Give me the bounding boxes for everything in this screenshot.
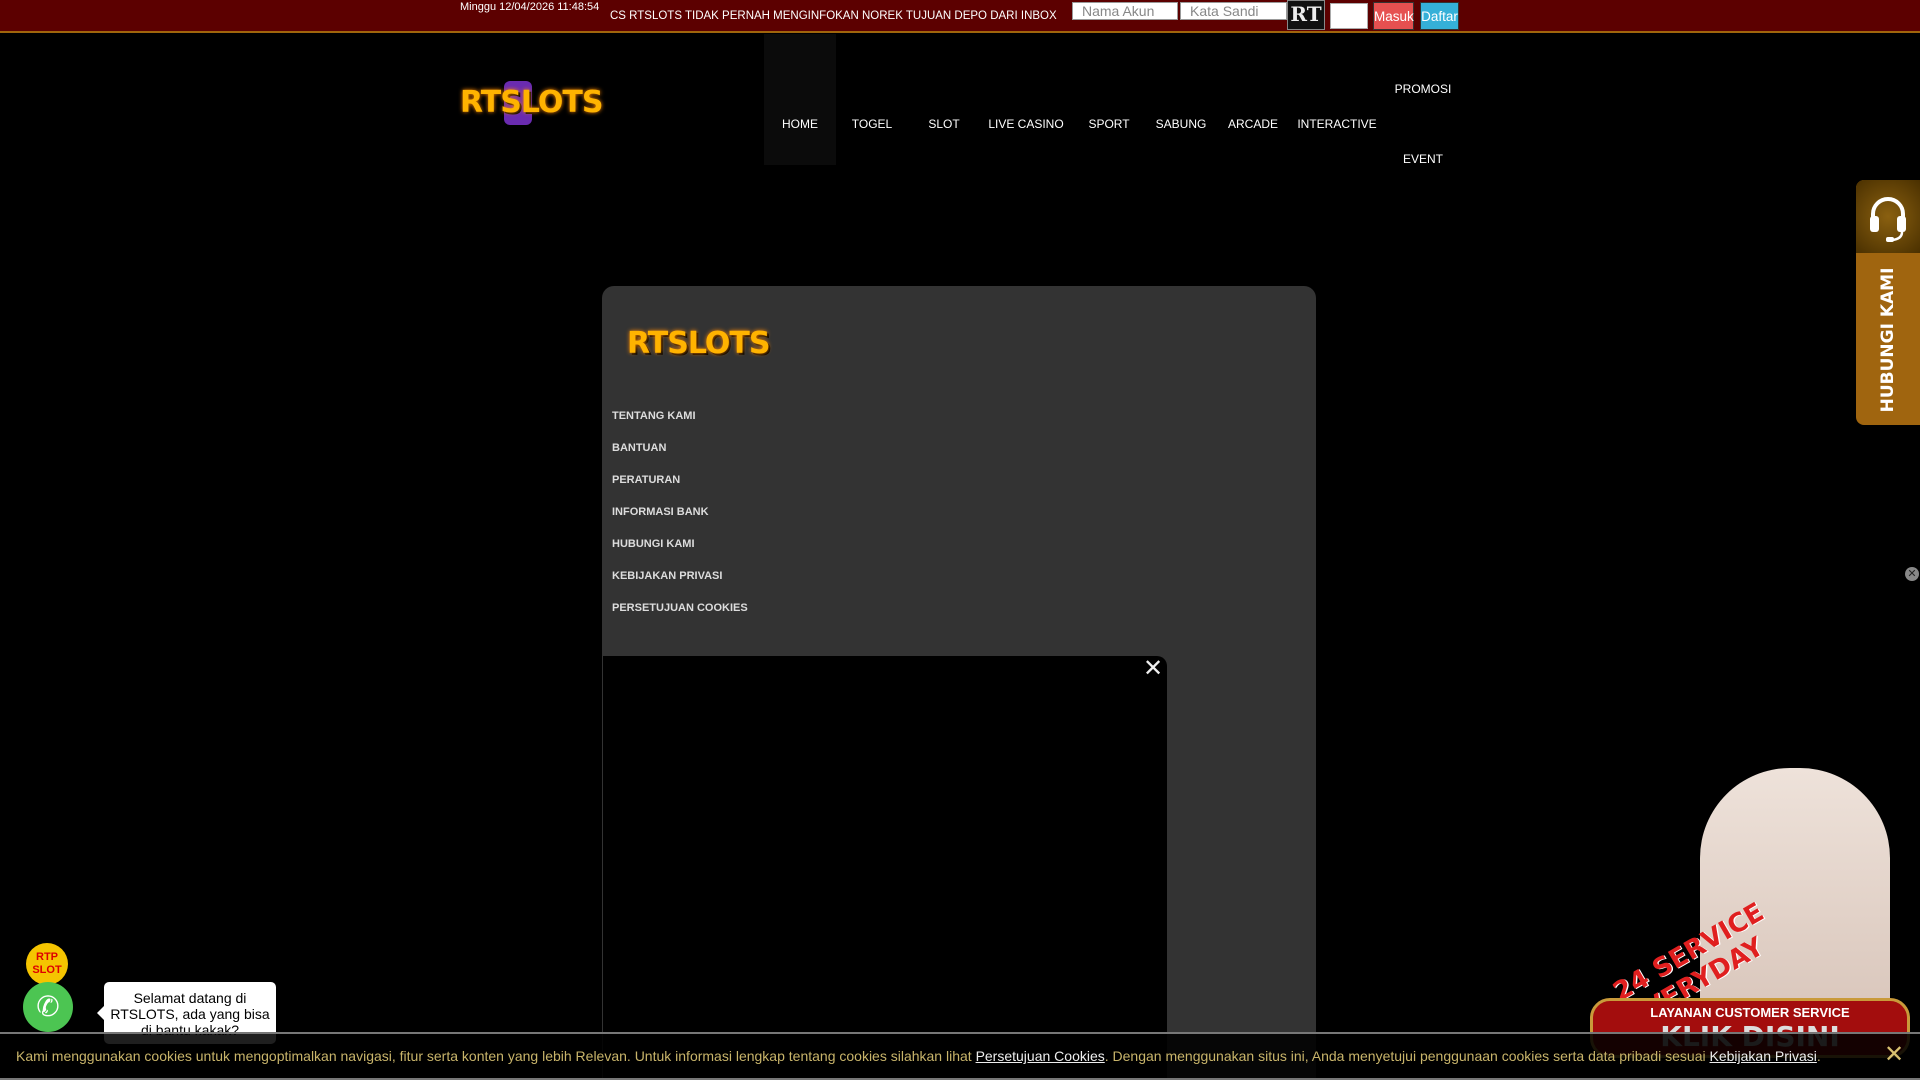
contact-label: HUBUNGI KAMI	[1878, 267, 1898, 413]
announcement-marquee: CS RTSLOTS TIDAK PERNAH MENGINFOKAN NORE…	[610, 10, 1058, 22]
cs-banner-title: LAYANAN CUSTOMER SERVICE	[1650, 1005, 1850, 1020]
contact-widget[interactable]: HUBUNGI KAMI	[1856, 180, 1920, 425]
rtp-slot-badge[interactable]: RTP SLOT	[26, 943, 68, 985]
cookie-text-part: Kami menggunakan cookies untuk mengoptim…	[16, 1048, 976, 1064]
nav-sport[interactable]: SPORT	[1088, 117, 1129, 131]
link-hubungi-kami[interactable]: HUBUNGI KAMI	[612, 538, 695, 550]
whatsapp-icon[interactable]: ✆	[23, 982, 73, 1032]
nav-sabung[interactable]: SABUNG	[1156, 117, 1207, 131]
nav-togel[interactable]: TOGEL	[852, 117, 892, 131]
nav-live-casino[interactable]: LIVE CASINO	[988, 117, 1063, 131]
headset-icon	[1856, 180, 1920, 253]
close-icon[interactable]: ✕	[1143, 654, 1163, 683]
datetime: Minggu 12/04/2026 11:48:54	[460, 1, 600, 13]
nav-active-bg	[764, 34, 836, 165]
cookie-text: Kami menggunakan cookies untuk mengoptim…	[16, 1048, 1821, 1064]
nav-home[interactable]: HOME	[782, 117, 818, 131]
captcha-input[interactable]	[1330, 3, 1368, 29]
customer-service-banner[interactable]: 24 SERVICE EVERYDAY LAYANAN CUSTOMER SER…	[1580, 768, 1920, 1060]
cookie-text-part: .	[1816, 1048, 1821, 1064]
privacy-policy-link[interactable]: Kebijakan Privasi	[1710, 1048, 1817, 1064]
username-input[interactable]: Nama Akun	[1072, 2, 1178, 20]
password-input[interactable]: Kata Sandi	[1180, 2, 1287, 20]
nav-arcade[interactable]: ARCADE	[1228, 117, 1278, 131]
site-logo[interactable]: RTSLOTS	[460, 70, 603, 136]
cookie-policy-link[interactable]: Persetujuan Cookies	[976, 1048, 1105, 1064]
popup-video[interactable]	[603, 656, 1167, 1080]
cookie-text-part: . Dengan menggunakan situs ini, Anda men…	[1104, 1048, 1710, 1064]
cookie-banner: Kami menggunakan cookies untuk mengoptim…	[0, 1032, 1920, 1080]
login-button[interactable]: Masuk	[1373, 2, 1414, 30]
register-button[interactable]: Daftar	[1420, 2, 1459, 30]
nav-interactive[interactable]: INTERACTIVE	[1297, 117, 1376, 131]
link-kebijakan-privasi[interactable]: KEBIJAKAN PRIVASI	[612, 570, 722, 582]
link-tentang-kami[interactable]: TENTANG KAMI	[612, 410, 696, 422]
nav-event[interactable]: EVENT	[1403, 152, 1443, 166]
top-bar: Minggu 12/04/2026 11:48:54 CS RTSLOTS TI…	[0, 0, 1920, 33]
link-bantuan[interactable]: BANTUAN	[612, 442, 666, 454]
panel-logo: RTSLOTS	[627, 310, 770, 377]
close-icon[interactable]: ✕	[1905, 567, 1919, 581]
captcha-image: RT	[1287, 0, 1325, 30]
link-persetujuan-cookies[interactable]: PERSETUJUAN COOKIES	[612, 602, 748, 614]
nav-promosi[interactable]: PROMOSI	[1395, 82, 1452, 96]
link-informasi-bank[interactable]: INFORMASI BANK	[612, 506, 709, 518]
close-icon[interactable]: ✕	[1884, 1040, 1904, 1069]
link-peraturan[interactable]: PERATURAN	[612, 474, 680, 486]
nav-slot[interactable]: SLOT	[928, 117, 959, 131]
